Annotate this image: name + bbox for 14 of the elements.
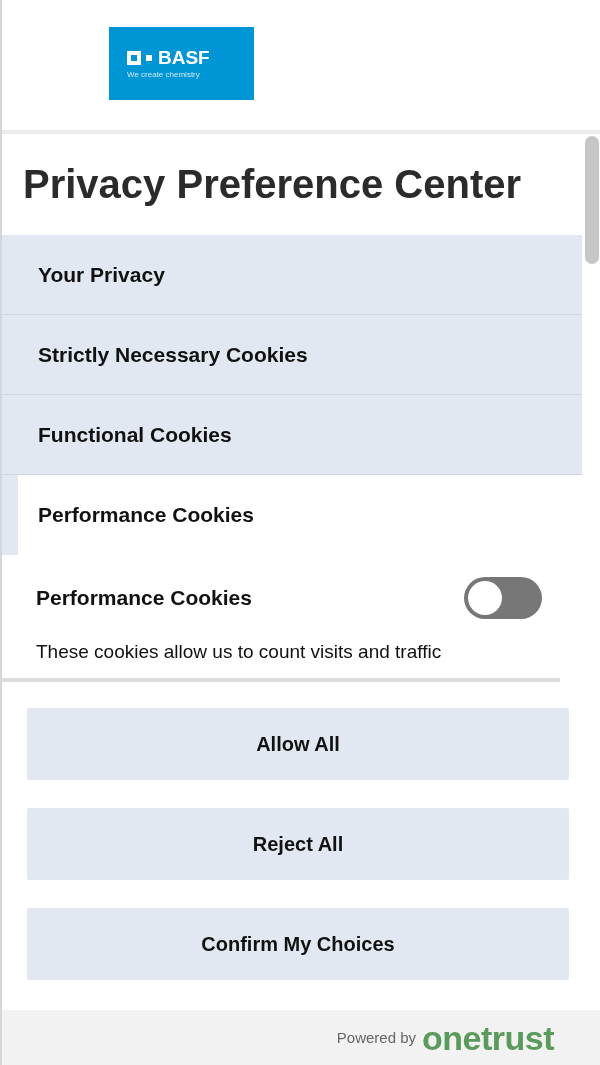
category-tab[interactable]: Your Privacy bbox=[2, 235, 582, 315]
action-button[interactable]: Confirm My Choices bbox=[27, 908, 569, 980]
section-heading: Performance Cookies bbox=[36, 586, 252, 610]
section-description: These cookies allow us to count visits and traffic bbox=[36, 641, 443, 663]
square-logo-icon bbox=[127, 50, 153, 65]
toggle-switch[interactable] bbox=[464, 577, 542, 619]
dialog-title: Privacy Preference Center bbox=[22, 161, 523, 208]
category-tab[interactable]: Strictly Necessary Cookies bbox=[2, 315, 582, 395]
action-button[interactable]: Reject All bbox=[27, 808, 569, 880]
powered-by-label: Powered by bbox=[336, 1029, 416, 1046]
logo-wordmark: BASF bbox=[158, 48, 210, 67]
category-tab[interactable]: Functional Cookies bbox=[2, 395, 582, 475]
action-button[interactable]: Allow All bbox=[27, 708, 569, 780]
logo-tagline: We create chemistry bbox=[127, 69, 201, 79]
